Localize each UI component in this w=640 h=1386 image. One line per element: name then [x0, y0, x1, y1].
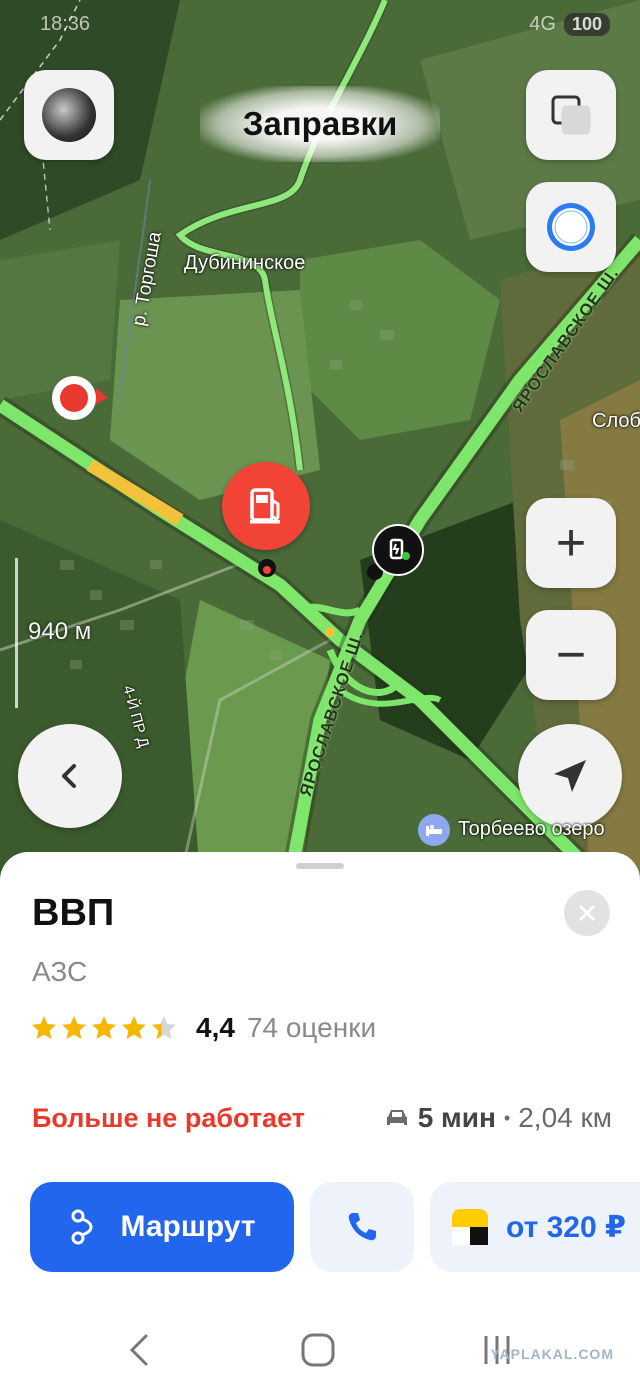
chevron-left-icon [62, 764, 76, 788]
place-name: ВВП [32, 892, 115, 934]
travel-estimate: 5 мин • 2,04 км [384, 1102, 612, 1134]
navigation-arrow-icon [554, 760, 586, 792]
phone-icon [348, 1213, 376, 1241]
star-icon [122, 1016, 146, 1039]
eta-separator: • [503, 1107, 511, 1128]
rating-stars [30, 1014, 178, 1042]
place-card: ВВП АЗС 4,4 74 оценки Больше не работает… [0, 852, 640, 1386]
taxi-icon [452, 1209, 488, 1245]
scale-label: 940 м [28, 618, 92, 645]
selected-fuel-pin[interactable] [222, 462, 310, 550]
eta-distance: 2,04 км [518, 1102, 612, 1133]
close-button[interactable] [564, 890, 610, 936]
poi-marker[interactable] [418, 814, 450, 846]
clock: 18:36 [40, 12, 91, 35]
rating-count: 74 оценки [246, 1012, 377, 1043]
map-view[interactable]: 18:36 4G 100 Заправки Дубининское р. Тор… [0, 0, 640, 880]
route-label: Маршрут [120, 1210, 256, 1243]
layers-icon [551, 95, 591, 135]
zoom-out-button[interactable]: − [526, 610, 616, 700]
plus-icon: + [555, 514, 587, 572]
car-icon [386, 1110, 407, 1125]
status-bar-left: 18:36 [40, 8, 90, 40]
minus-icon: − [555, 626, 587, 684]
fuel-station-icon [250, 488, 280, 524]
status-row: Больше не работает 5 мин • 2,04 км [32, 1102, 612, 1134]
action-buttons: Маршрут от 320 ₽ [30, 1182, 640, 1272]
village-label: Дубининское [184, 252, 306, 274]
eta-time: 5 мин [417, 1102, 496, 1133]
route-button[interactable]: Маршрут [30, 1182, 294, 1272]
place-category: АЗС [32, 956, 88, 987]
taxi-price: от 320 ₽ [506, 1210, 626, 1244]
star-icon [92, 1016, 116, 1039]
avatar [42, 88, 96, 142]
nav-home-icon[interactable] [298, 1330, 338, 1370]
nav-back-icon[interactable] [126, 1332, 152, 1368]
zoom-in-button[interactable]: + [526, 498, 616, 588]
bed-icon [426, 825, 442, 836]
status-bar-right: 4G 100 [529, 8, 610, 40]
drag-handle[interactable] [296, 863, 344, 869]
battery-indicator: 100 [563, 12, 610, 36]
layers-button[interactable] [526, 70, 616, 160]
star-icon [32, 1016, 56, 1039]
rating-row[interactable]: 4,4 74 оценки [30, 1012, 376, 1044]
call-button[interactable] [310, 1182, 414, 1272]
scale-bar [15, 558, 18, 708]
charging-station-pin[interactable] [372, 524, 424, 576]
watermark: YAPLAKAL.COM [490, 1346, 614, 1362]
assistant-button[interactable] [526, 182, 616, 272]
taxi-button[interactable]: от 320 ₽ [430, 1182, 640, 1272]
alice-icon [547, 203, 595, 251]
network-indicator: 4G [529, 12, 556, 35]
star-icon [62, 1016, 86, 1039]
my-location-button[interactable] [518, 724, 622, 828]
profile-button[interactable] [24, 70, 114, 160]
rating-value: 4,4 [196, 1012, 235, 1043]
route-icon [71, 1209, 93, 1245]
back-button[interactable] [18, 724, 122, 828]
close-icon [579, 905, 595, 921]
closed-status: Больше не работает [32, 1102, 305, 1133]
settlement-label: Слоб [592, 410, 640, 432]
map-title: Заправки [200, 86, 440, 162]
poi-label: Торбеево озеро [458, 818, 605, 840]
electric-charging-icon [389, 538, 410, 560]
star-icon [152, 1016, 176, 1039]
